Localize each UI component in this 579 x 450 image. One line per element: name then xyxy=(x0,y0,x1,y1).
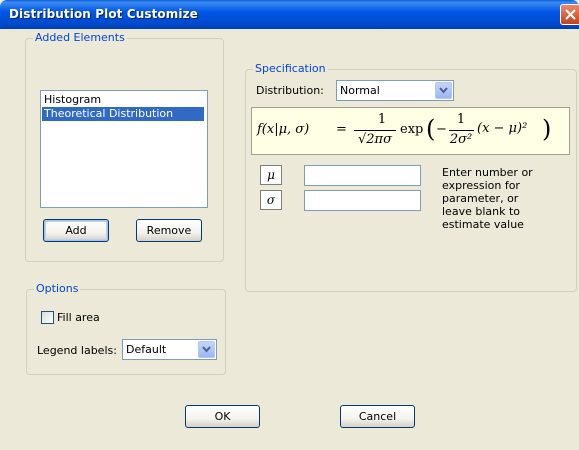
close-button[interactable] xyxy=(560,4,579,25)
fill-area-label[interactable]: Fill area xyxy=(57,311,100,324)
specification-group: Specification Distribution: Normal f(x|μ… xyxy=(245,62,577,292)
parameter-help-text: Enter number or expression for parameter… xyxy=(442,166,533,231)
legend-labels-value: Default xyxy=(126,343,167,356)
distribution-select[interactable]: Normal xyxy=(336,80,454,101)
chevron-down-icon xyxy=(439,87,448,94)
help-line: estimate value xyxy=(442,218,524,231)
dialog-body: Added Elements Histogram Theoretical Dis… xyxy=(4,29,579,450)
formula-inner-den: 2σ² xyxy=(449,132,473,147)
options-group: Options Fill area Legend labels: Default xyxy=(26,282,226,375)
window-title: Distribution Plot Customize xyxy=(9,7,198,21)
param-sigma-symbol: σ xyxy=(260,190,282,210)
specification-legend: Specification xyxy=(253,62,328,75)
distribution-value: Normal xyxy=(340,84,380,97)
formula-frac-num: 1 xyxy=(377,112,387,127)
formula-frac-bar xyxy=(354,130,396,131)
chevron-down-icon xyxy=(202,346,211,353)
formula-inner-tail: (x − μ)² xyxy=(477,121,528,136)
list-item-histogram[interactable]: Histogram xyxy=(42,93,204,107)
options-legend: Options xyxy=(34,282,81,295)
param-sigma-input[interactable] xyxy=(304,190,421,211)
remove-button[interactable]: Remove xyxy=(136,219,202,242)
distribution-dropdown-arrow[interactable] xyxy=(435,82,452,99)
list-item-theoretical-distribution[interactable]: Theoretical Distribution xyxy=(42,107,204,121)
formula-inner-num: 1 xyxy=(456,112,466,127)
distribution-label: Distribution: xyxy=(256,84,324,97)
add-button[interactable]: Add xyxy=(43,219,109,242)
help-line: leave blank to xyxy=(442,205,520,218)
distribution-plot-customize-dialog: Distribution Plot Customize Added Elemen… xyxy=(0,0,579,450)
added-elements-list[interactable]: Histogram Theoretical Distribution xyxy=(40,90,208,208)
formula-left-paren: ( xyxy=(426,115,436,143)
title-bar[interactable]: Distribution Plot Customize xyxy=(0,0,579,29)
added-elements-legend: Added Elements xyxy=(33,31,127,44)
formula-eq: = xyxy=(336,122,347,137)
formula-display: f(x|μ, σ) = 1 √2πσ exp ( − 1 2σ² (x − μ)… xyxy=(251,107,570,155)
formula-right-paren: ) xyxy=(542,115,552,143)
formula-exp: exp xyxy=(400,122,424,137)
formula-frac-den: √2πσ xyxy=(358,132,392,147)
help-line: parameter, or xyxy=(442,192,519,205)
param-mu-symbol: μ xyxy=(260,165,282,185)
legend-labels-label: Legend labels: xyxy=(37,344,117,357)
help-line: Enter number or xyxy=(442,166,533,179)
cancel-button[interactable]: Cancel xyxy=(340,405,415,428)
legend-labels-dropdown-arrow[interactable] xyxy=(198,341,215,358)
legend-labels-select[interactable]: Default xyxy=(122,339,217,360)
formula-inner-bar xyxy=(449,130,474,131)
fill-area-checkbox[interactable] xyxy=(41,311,54,324)
ok-button[interactable]: OK xyxy=(185,405,260,428)
added-elements-group: Added Elements Histogram Theoretical Dis… xyxy=(25,31,224,262)
param-mu-input[interactable] xyxy=(304,165,421,186)
formula-lhs: f(x|μ, σ) xyxy=(257,122,310,137)
close-icon xyxy=(565,9,576,20)
help-line: expression for xyxy=(442,179,520,192)
